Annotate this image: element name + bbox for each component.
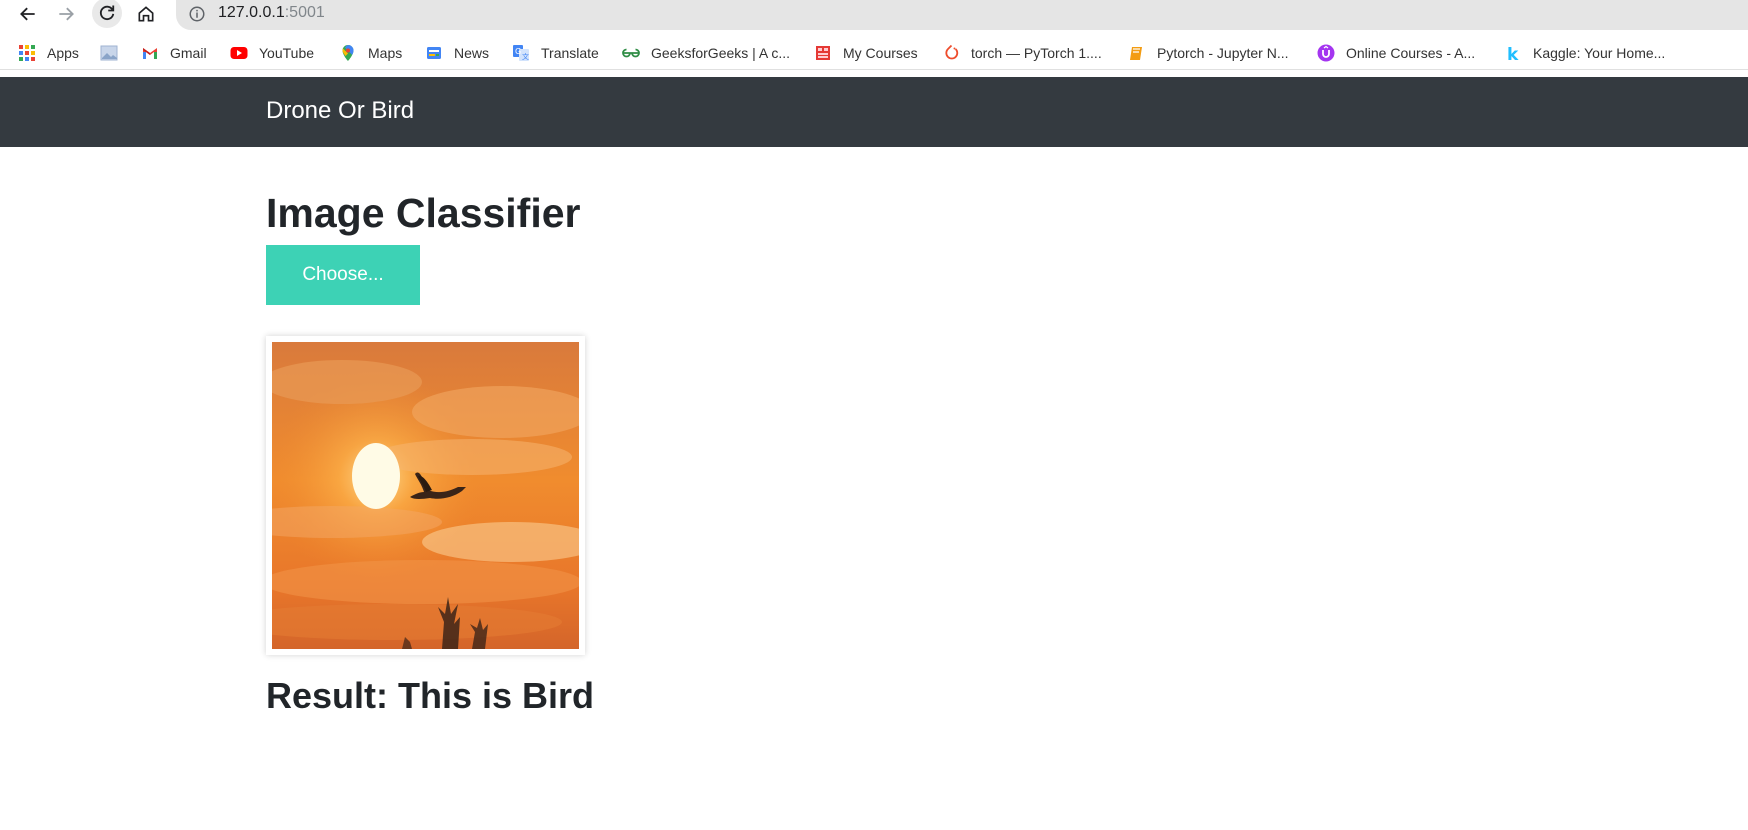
bookmark-label: My Courses — [843, 45, 918, 61]
pytorch-icon — [942, 44, 960, 62]
bookmark-maps[interactable]: Maps — [339, 43, 402, 63]
bookmark-label: Online Courses - A... — [1346, 45, 1476, 61]
bookmark-kaggle[interactable]: k Kaggle: Your Home... — [1504, 43, 1665, 63]
info-icon[interactable] — [188, 5, 206, 23]
bookmark-translate[interactable]: G文 Translate — [512, 43, 599, 63]
bookmark-image[interactable] — [100, 43, 129, 63]
bookmark-pytorch[interactable]: torch — PyTorch 1.... — [942, 43, 1102, 63]
navbar-brand[interactable]: Drone Or Bird — [266, 97, 414, 125]
back-button[interactable] — [16, 2, 40, 26]
browser-toolbar: 127.0.0.1:5001 — [0, 0, 1748, 30]
url-port: :5001 — [284, 4, 325, 21]
url-host: 127.0.0.1 — [218, 4, 285, 21]
uploaded-image — [272, 342, 579, 649]
youtube-icon — [230, 44, 248, 62]
jupyter-book-icon — [1128, 44, 1146, 62]
bookmark-label: torch — PyTorch 1.... — [971, 45, 1102, 61]
bookmark-label: Kaggle: Your Home... — [1533, 45, 1666, 61]
news-icon — [425, 44, 443, 62]
url-text: 127.0.0.1:5001 — [218, 4, 325, 22]
bookmark-label: Gmail — [170, 45, 207, 61]
bookmark-news[interactable]: News — [425, 43, 489, 63]
bookmark-label: Apps — [47, 45, 79, 61]
bookmarks-bar: Apps Gmail YouTube Maps News G文 Translat… — [0, 36, 1748, 70]
gmail-icon — [141, 44, 159, 62]
bookmark-youtube[interactable]: YouTube — [230, 43, 314, 63]
reload-button[interactable] — [92, 0, 122, 28]
svg-text:k: k — [1507, 45, 1519, 62]
courses-icon — [814, 44, 832, 62]
bookmark-jupyter[interactable]: Pytorch - Jupyter N... — [1128, 43, 1288, 63]
bookmark-my-courses[interactable]: My Courses — [814, 43, 918, 63]
site-navbar: Drone Or Bird — [0, 77, 1748, 147]
bookmark-online-courses[interactable]: Online Courses - A... — [1317, 43, 1475, 63]
arrow-right-icon — [59, 7, 74, 21]
image-icon — [100, 44, 118, 62]
geeksforgeeks-icon — [622, 44, 640, 62]
page-title: Image Classifier — [266, 190, 581, 236]
bookmark-label: News — [454, 45, 490, 61]
forward-button[interactable] — [54, 2, 78, 26]
choose-file-button[interactable]: Choose... — [266, 245, 420, 305]
translate-icon: G文 — [512, 44, 530, 62]
address-bar[interactable]: 127.0.0.1:5001 — [176, 0, 1748, 30]
home-icon — [138, 6, 154, 22]
bookmark-label: Pytorch - Jupyter N... — [1157, 45, 1289, 61]
bookmark-geeksforgeeks[interactable]: GeeksforGeeks | A c... — [622, 43, 790, 63]
svg-text:G: G — [515, 47, 521, 56]
bookmark-label: Translate — [541, 45, 599, 61]
bookmark-label: YouTube — [259, 45, 315, 61]
reload-icon — [99, 5, 115, 21]
result-text: Result: This is Bird — [266, 675, 595, 716]
kaggle-icon: k — [1504, 44, 1522, 62]
bookmark-label: Maps — [368, 45, 403, 61]
bookmark-label: GeeksforGeeks | A c... — [651, 45, 791, 61]
maps-pin-icon — [339, 44, 357, 62]
svg-text:文: 文 — [522, 52, 529, 61]
bookmark-gmail[interactable]: Gmail — [141, 43, 207, 63]
bookmark-apps[interactable]: Apps — [18, 43, 79, 63]
arrow-left-icon — [20, 7, 35, 21]
apps-grid-icon — [18, 44, 36, 62]
udemy-icon — [1317, 44, 1335, 62]
image-preview — [266, 336, 585, 655]
home-button[interactable] — [134, 2, 158, 26]
